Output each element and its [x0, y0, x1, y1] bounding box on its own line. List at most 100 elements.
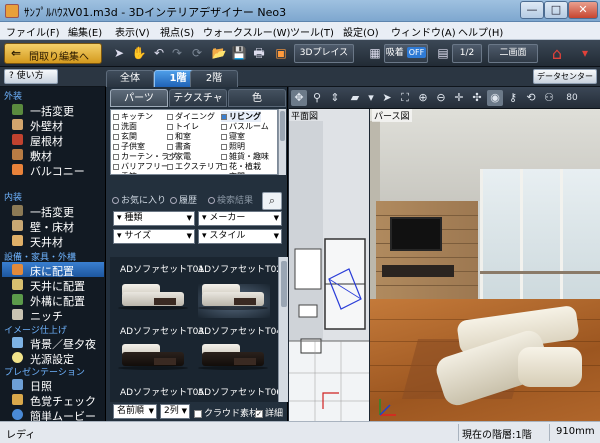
sidebar-item-light[interactable]: 光源設定: [2, 350, 104, 366]
3d-icon[interactable]: ▣: [272, 45, 290, 62]
filter-history[interactable]: 履歴: [170, 193, 197, 206]
sofa-3d-model: [432, 304, 588, 409]
house-icon[interactable]: ⌂: [548, 45, 566, 62]
plan-view[interactable]: 平面図: [289, 109, 369, 421]
perspective-view[interactable]: パース図: [370, 109, 600, 421]
sidebar-item-place-ceiling[interactable]: 天井に配置: [2, 277, 104, 293]
detail-checkbox[interactable]: ✓ 詳細: [255, 406, 283, 419]
redo-icon[interactable]: ↷: [168, 45, 186, 62]
sidebar-item-place-floor[interactable]: 床に配置: [2, 262, 104, 278]
category-scrollbar[interactable]: [278, 109, 286, 175]
sidebar-item-movie[interactable]: 簡単ムービー: [2, 407, 104, 423]
tab-parts[interactable]: パーツ: [110, 89, 168, 107]
menu-window[interactable]: ウィンドウ(A): [391, 24, 456, 39]
pan-icon[interactable]: ✛: [451, 90, 467, 106]
cloud-material-checkbox[interactable]: クラウド素材: [194, 406, 258, 419]
sofa-set-thumbnail[interactable]: [118, 340, 188, 370]
minimize-button[interactable]: —: [520, 1, 544, 19]
height-icon[interactable]: ⇕: [327, 90, 343, 106]
niche-icon: [12, 309, 23, 320]
undo-icon[interactable]: ↶: [150, 45, 168, 62]
columns-dropdown[interactable]: 2列 ▼: [160, 404, 190, 419]
tab-floor-all[interactable]: 全体: [106, 70, 154, 87]
grid-scale-icon[interactable]: ▤: [434, 45, 452, 62]
item-grid-scrollbar-thumb[interactable]: [281, 261, 287, 307]
help-button[interactable]: ? 使い方: [4, 69, 58, 84]
save-icon[interactable]: 💾: [230, 45, 248, 62]
zoom-in-icon[interactable]: ⊕: [415, 90, 431, 106]
walk-mode-icon[interactable]: ✥: [291, 90, 307, 106]
size-dropdown[interactable]: ▾ サイズ ▼: [113, 229, 195, 244]
edit-layout-button[interactable]: ⇐ 間取り編集へ: [4, 43, 102, 64]
menu-settings[interactable]: 設定(O): [343, 24, 379, 39]
sidebar-item-interior-bulk[interactable]: 一括変更: [2, 203, 104, 219]
open-folder-icon[interactable]: 📂: [210, 45, 228, 62]
tab-color[interactable]: 色: [228, 89, 286, 107]
scale-select[interactable]: 1/2: [452, 44, 482, 63]
sidebar-item-wall-floor[interactable]: 壁・床材: [2, 218, 104, 234]
3d-place-button[interactable]: 3Dプレイス: [294, 44, 354, 63]
fov-icon[interactable]: ⚇: [541, 90, 557, 106]
print-icon[interactable]: 🖶: [250, 45, 268, 62]
sidebar-item-niche[interactable]: ニッチ: [2, 307, 104, 323]
app-icon: [5, 4, 19, 18]
sidebar-item-exterior-bulk[interactable]: 一括変更: [2, 102, 104, 118]
view-dropdown-icon[interactable]: ▾: [363, 90, 379, 106]
menu-tools[interactable]: ツール(T): [290, 24, 334, 39]
sidebar-item-background[interactable]: 背景／昼夕夜: [2, 335, 104, 351]
rotate-icon[interactable]: ⟳: [188, 45, 206, 62]
style-dropdown[interactable]: ▾ スタイル ▼: [198, 229, 282, 244]
menu-view[interactable]: 表示(V): [115, 24, 150, 39]
sofa-set-thumbnail[interactable]: [118, 280, 188, 310]
category-item[interactable]: エクステリア: [167, 161, 223, 172]
axis-gizmo-icon: [379, 399, 396, 416]
sidebar-item-balcony[interactable]: バルコニー: [2, 162, 104, 178]
angle-icon[interactable]: ⟲: [523, 90, 539, 106]
menu-walkthrough[interactable]: ウォークスルー(W): [203, 24, 290, 39]
tab-texture[interactable]: テクスチャ: [169, 89, 227, 107]
sofa-set-thumbnail[interactable]: [198, 280, 268, 310]
menu-edit[interactable]: 編集(E): [68, 24, 102, 39]
fit-view-icon[interactable]: ⛶: [397, 90, 413, 106]
sidebar-item-roof[interactable]: 屋根材: [2, 132, 104, 148]
box-view-icon[interactable]: ▰: [347, 90, 363, 106]
menu-viewpoint[interactable]: 視点(S): [160, 24, 194, 39]
category-item[interactable]: 季節: [113, 171, 137, 174]
datacenter-button[interactable]: データセンター: [533, 69, 597, 84]
menu-file[interactable]: ファイル(F): [6, 24, 60, 39]
sidebar-item-ceiling[interactable]: 天井材: [2, 233, 104, 249]
type-dropdown[interactable]: ▾ 種類 ▼: [113, 211, 195, 226]
lamp-icon[interactable]: ⚷: [505, 90, 521, 106]
pointer-icon[interactable]: ➤: [379, 90, 395, 106]
search-icon[interactable]: ⌕: [262, 192, 282, 210]
zoom-out-icon[interactable]: ⊖: [433, 90, 449, 106]
two-view-button[interactable]: 二画面: [488, 44, 538, 63]
maker-dropdown[interactable]: ▾ メーカー ▼: [198, 211, 282, 226]
sidebar-item-exterior-wall[interactable]: 外壁材: [2, 117, 104, 133]
sofa-set-thumbnail[interactable]: [198, 340, 268, 370]
camera-icon[interactable]: ⚲: [309, 90, 325, 106]
hand-icon[interactable]: ✋: [130, 45, 148, 62]
category-item[interactable]: 玄関: [221, 171, 245, 174]
pointer-icon[interactable]: ➤: [110, 45, 128, 62]
status-text: レディ: [6, 430, 36, 441]
house-menu-icon[interactable]: ▾: [576, 45, 594, 62]
filter-favorites[interactable]: お気に入り: [112, 193, 166, 206]
maximize-button[interactable]: □: [544, 1, 568, 19]
exterior-place-icon: [12, 294, 23, 305]
orbit-icon[interactable]: ✣: [469, 90, 485, 106]
close-button[interactable]: ✕: [568, 1, 598, 19]
sidebar-item-paving[interactable]: 敷材: [2, 147, 104, 163]
snap-toggle[interactable]: 吸着 OFF: [384, 44, 428, 63]
item-grid-scrollbar[interactable]: [278, 257, 288, 402]
menu-help[interactable]: ヘルプ(H): [458, 24, 503, 39]
sort-dropdown[interactable]: 名前順 ▼: [113, 404, 157, 419]
category-scrollbar-thumb[interactable]: [280, 111, 285, 141]
sidebar-item-color-check[interactable]: 色覚チェック: [2, 392, 104, 408]
rotate-view-icon[interactable]: ◉: [487, 90, 503, 106]
tab-floor-2[interactable]: 2階: [190, 70, 238, 87]
sidebar-item-place-exterior[interactable]: 外構に配置: [2, 292, 104, 308]
sidebar-item-sunlight[interactable]: 日照: [2, 377, 104, 393]
grid-icon[interactable]: ▦: [366, 45, 384, 62]
filter-search-results[interactable]: 検索結果: [208, 193, 253, 206]
